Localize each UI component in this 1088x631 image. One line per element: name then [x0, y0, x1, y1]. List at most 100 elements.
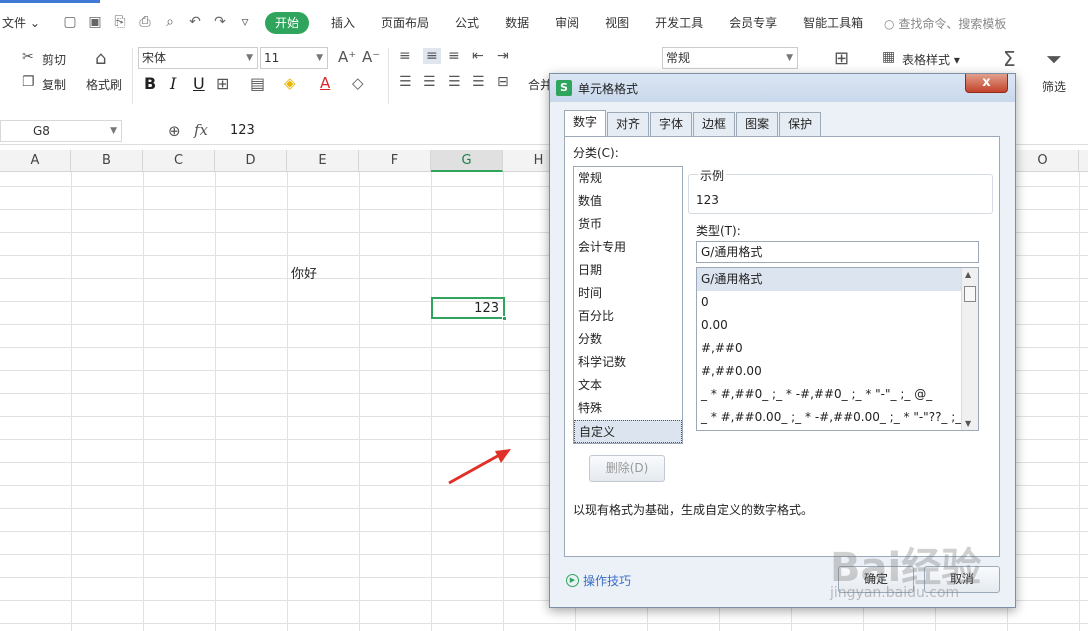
save-icon[interactable]: ▣ — [87, 14, 103, 30]
more-dropdown-icon[interactable]: ▿ — [237, 14, 253, 30]
list-item[interactable]: _ * #,##0_ ;_ * -#,##0_ ;_ * "-"_ ;_ @_ — [697, 383, 961, 406]
format-painter-button[interactable]: 格式刷 — [86, 76, 122, 93]
indent-increase-icon[interactable]: ⇥ — [497, 48, 509, 64]
column-header-e[interactable]: E — [287, 150, 359, 172]
tab-home[interactable]: 开始 — [265, 12, 310, 34]
tab-smart-toolbox[interactable]: 智能工具箱 — [790, 12, 876, 34]
tab-insert[interactable]: 插入 — [318, 12, 368, 34]
export-icon[interactable]: ⎘ — [112, 14, 128, 30]
font-grow-icon[interactable]: A⁺ — [338, 48, 356, 66]
tab-view[interactable]: 视图 — [592, 12, 642, 34]
category-list[interactable]: 常规 数值 货币 会计专用 日期 时间 百分比 分数 科学记数 文本 特殊 自定… — [573, 166, 683, 444]
undo-icon[interactable]: ↶ — [187, 14, 203, 30]
tab-font[interactable]: 字体 — [650, 112, 693, 136]
redo-icon[interactable]: ↷ — [212, 14, 228, 30]
column-header-g[interactable]: G — [431, 150, 503, 172]
cut-button[interactable]: 剪切 — [42, 51, 66, 68]
column-header-c[interactable]: C — [143, 150, 215, 172]
copy-button[interactable]: 复制 — [42, 76, 66, 93]
type-input[interactable]: G/通用格式 — [696, 241, 979, 263]
name-box[interactable]: G8 ▼ — [0, 120, 122, 142]
table-style-icon[interactable]: ▦ — [882, 49, 895, 65]
tab-review[interactable]: 审阅 — [542, 12, 592, 34]
italic-icon[interactable]: I — [170, 74, 176, 93]
active-cell-g8[interactable]: 123 — [431, 297, 507, 321]
type-list-scrollbar[interactable]: ▲ ▼ — [961, 268, 978, 430]
column-header-a[interactable]: A — [0, 150, 71, 172]
command-search[interactable]: ○ 查找命令、搜索模板 — [884, 15, 1006, 32]
tips-link[interactable]: ▶ 操作技巧 — [566, 572, 631, 589]
number-format-select[interactable]: 常规 ▼ — [662, 47, 798, 69]
cell-e6[interactable]: 你好 — [291, 263, 317, 282]
list-item[interactable]: 百分比 — [574, 305, 682, 328]
type-list[interactable]: G/通用格式 0 0.00 #,##0 #,##0.00 _ * #,##0_ … — [696, 267, 979, 431]
list-item[interactable]: 时间 — [574, 282, 682, 305]
conditional-format-icon[interactable]: ⊞ — [834, 48, 849, 69]
list-item[interactable]: 数值 — [574, 190, 682, 213]
dialog-title-bar[interactable]: S 单元格格式 — [550, 74, 1015, 102]
tab-page-layout[interactable]: 页面布局 — [368, 12, 442, 34]
zoom-icon[interactable]: ⊕ — [168, 122, 181, 140]
format-painter-icon[interactable]: ⌂ — [95, 48, 106, 69]
align-center-icon[interactable]: ☰ — [423, 74, 436, 90]
column-header-d[interactable]: D — [215, 150, 287, 172]
list-item[interactable]: _ * #,##0.00_ ;_ * -#,##0.00_ ;_ * "-"??… — [697, 406, 961, 429]
fill-pattern-icon[interactable]: ▤ — [250, 74, 265, 93]
align-top-icon[interactable]: ≡ — [399, 48, 411, 64]
underline-icon[interactable]: U — [193, 74, 205, 93]
tab-border[interactable]: 边框 — [693, 112, 736, 136]
column-header-b[interactable]: B — [71, 150, 143, 172]
list-item[interactable]: #,##0 — [697, 337, 961, 360]
filter-icon[interactable]: ⏷ — [1046, 47, 1062, 71]
font-size-select[interactable]: 11 ▼ — [260, 47, 328, 69]
copy-icon[interactable]: ❐ — [22, 74, 35, 90]
align-middle-icon[interactable]: ≡ — [423, 48, 441, 64]
tab-alignment[interactable]: 对齐 — [607, 112, 650, 136]
list-item[interactable]: 特殊 — [574, 397, 682, 420]
file-menu[interactable]: 文件 ⌄ — [2, 14, 40, 31]
tab-pattern[interactable]: 图案 — [736, 112, 779, 136]
fill-handle[interactable] — [502, 316, 507, 321]
align-right-icon[interactable]: ☰ — [448, 74, 461, 90]
print-icon[interactable]: ⎙ — [137, 14, 153, 30]
list-item-selected[interactable]: G/通用格式 — [697, 268, 961, 291]
font-shrink-icon[interactable]: A⁻ — [362, 48, 380, 66]
clear-format-icon[interactable]: ◇ — [352, 74, 364, 92]
list-item[interactable]: 常规 — [574, 167, 682, 190]
fill-color-icon[interactable]: ◈ — [284, 74, 296, 92]
column-header-f[interactable]: F — [359, 150, 431, 172]
list-item-selected[interactable]: 自定义 — [574, 420, 682, 443]
close-button[interactable]: x — [965, 74, 1008, 93]
tab-number[interactable]: 数字 — [564, 110, 607, 136]
scroll-up-icon[interactable]: ▲ — [965, 270, 971, 279]
print-preview-icon[interactable]: ⌕ — [162, 14, 178, 30]
filter-button[interactable]: 筛选 — [1042, 78, 1066, 95]
table-style-button[interactable]: 表格样式 ▾ — [902, 51, 960, 68]
scroll-thumb[interactable] — [964, 286, 976, 302]
list-item[interactable]: 0 — [697, 291, 961, 314]
list-item[interactable]: 科学记数 — [574, 351, 682, 374]
column-header-o[interactable]: O — [1007, 150, 1079, 172]
list-item[interactable]: 日期 — [574, 259, 682, 282]
align-left-icon[interactable]: ☰ — [399, 74, 412, 90]
tab-protection[interactable]: 保护 — [779, 112, 822, 136]
tab-member[interactable]: 会员专享 — [716, 12, 790, 34]
bold-icon[interactable]: B — [144, 74, 156, 93]
list-item[interactable]: 0.00 — [697, 314, 961, 337]
list-item[interactable]: 分数 — [574, 328, 682, 351]
function-icon[interactable]: fx — [194, 121, 208, 139]
scissors-icon[interactable]: ✂ — [22, 49, 34, 65]
list-item[interactable]: 货币 — [574, 213, 682, 236]
font-color-icon[interactable]: A — [320, 74, 330, 92]
new-file-icon[interactable]: ▢ — [62, 14, 78, 30]
border-icon[interactable]: ⊞ — [216, 74, 229, 93]
formula-input[interactable]: 123 — [230, 123, 255, 138]
sum-icon[interactable]: Σ — [1003, 47, 1016, 71]
list-item[interactable]: #,##0.00 — [697, 360, 961, 383]
scroll-down-icon[interactable]: ▼ — [965, 419, 971, 428]
list-item[interactable]: 文本 — [574, 374, 682, 397]
list-item[interactable]: 会计专用 — [574, 236, 682, 259]
tab-formulas[interactable]: 公式 — [442, 12, 492, 34]
tab-developer[interactable]: 开发工具 — [642, 12, 716, 34]
font-name-select[interactable]: 宋体 ▼ — [138, 47, 258, 69]
